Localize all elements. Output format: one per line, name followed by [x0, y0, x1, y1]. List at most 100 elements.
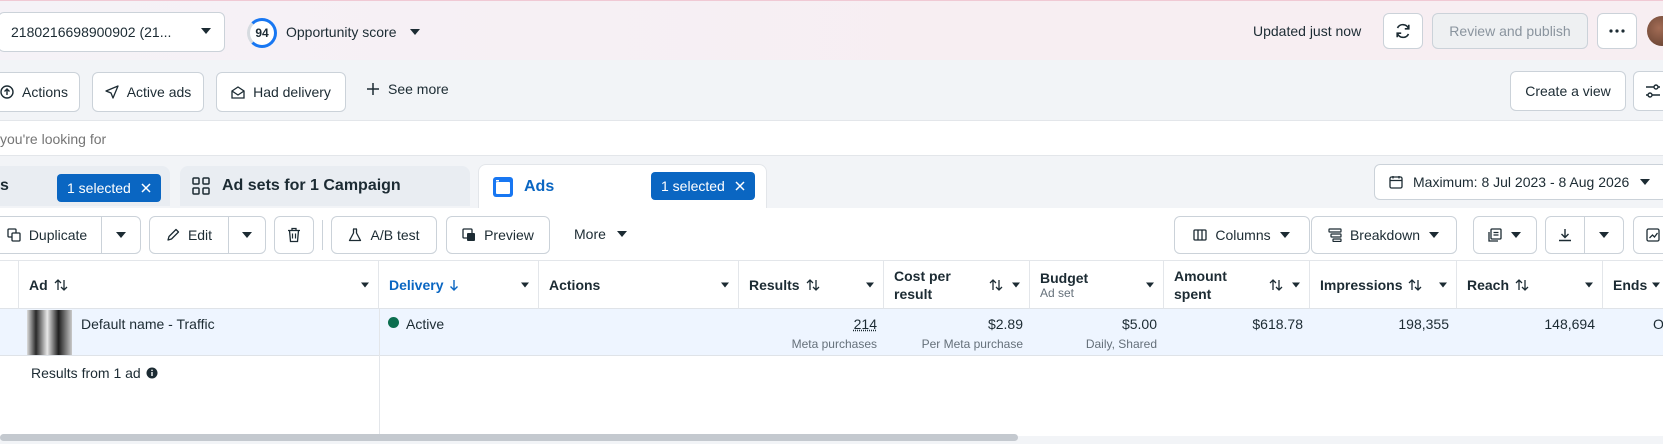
close-icon[interactable]: [735, 181, 745, 191]
review-publish-button[interactable]: Review and publish: [1432, 13, 1588, 49]
preview-button[interactable]: Preview: [446, 216, 550, 254]
chevron-down-icon[interactable]: [1145, 282, 1155, 288]
refresh-icon: [1394, 22, 1412, 40]
duplicate-dropdown[interactable]: [101, 216, 141, 254]
tab-ad-sets[interactable]: Ad sets for 1 Campaign: [180, 166, 470, 206]
columns-dropdown[interactable]: Columns: [1174, 216, 1310, 254]
opportunity-score-badge[interactable]: 94: [247, 18, 277, 48]
breakdown-dropdown[interactable]: Breakdown: [1311, 216, 1457, 254]
column-header-actions[interactable]: Actions: [539, 261, 739, 309]
column-header-delivery-label: Delivery: [389, 277, 443, 293]
ad-name[interactable]: Default name - Traffic: [81, 316, 215, 332]
column-header-ad-label: Ad: [29, 277, 48, 293]
plus-icon: [366, 82, 380, 96]
column-header-ends[interactable]: Ends: [1603, 261, 1663, 309]
filter-active-ads[interactable]: Active ads: [92, 72, 204, 112]
column-header-impressions-label: Impressions: [1320, 277, 1402, 293]
column-header-delivery[interactable]: Delivery: [379, 261, 539, 309]
campaigns-selected-chip[interactable]: 1 selected: [57, 174, 161, 202]
duplicate-label: Duplicate: [29, 227, 87, 243]
chevron-down-icon[interactable]: [1291, 282, 1301, 288]
columns-label: Columns: [1215, 227, 1270, 243]
pencil-icon: [166, 228, 180, 242]
sort-icon[interactable]: [806, 279, 820, 291]
more-actions-dropdown[interactable]: More: [574, 226, 628, 242]
envelope-open-icon: [231, 85, 245, 99]
horizontal-scrollbar[interactable]: [0, 434, 1018, 441]
filter-actions[interactable]: Actions: [0, 72, 80, 112]
chevron-down-icon[interactable]: [1584, 282, 1594, 288]
close-icon[interactable]: [141, 183, 151, 193]
sort-icon[interactable]: [54, 279, 68, 291]
delivery-status: Active: [406, 316, 444, 332]
search-input[interactable]: [0, 128, 600, 150]
info-icon[interactable]: [146, 367, 158, 379]
sort-icon[interactable]: [1269, 279, 1283, 291]
chevron-down-icon: [616, 230, 628, 238]
chevron-down-icon[interactable]: [1011, 282, 1021, 288]
refresh-button[interactable]: [1383, 13, 1423, 49]
column-header-results[interactable]: Results: [739, 261, 884, 309]
results-value[interactable]: 214: [854, 316, 877, 332]
charts-button[interactable]: [1633, 216, 1663, 254]
budget-value: $5.00: [1122, 316, 1157, 332]
column-header-budget-label: Budget: [1040, 270, 1088, 286]
column-header-amount-label: Amount spent: [1174, 267, 1244, 303]
ends-value: O: [1653, 316, 1663, 332]
ab-test-label: A/B test: [370, 227, 419, 243]
opportunity-score-label[interactable]: Opportunity score: [286, 24, 421, 40]
column-header-ad[interactable]: Ad: [19, 261, 379, 309]
delete-button[interactable]: [274, 216, 314, 254]
column-header-impressions[interactable]: Impressions: [1310, 261, 1457, 309]
amount-spent-value: $618.78: [1252, 316, 1303, 332]
sort-icon[interactable]: [989, 279, 1003, 291]
select-column-header[interactable]: [0, 261, 19, 309]
column-header-reach[interactable]: Reach: [1457, 261, 1603, 309]
chevron-down-icon: [1279, 231, 1291, 239]
create-view-button[interactable]: Create a view: [1510, 71, 1626, 111]
chevron-down-icon[interactable]: [865, 282, 875, 288]
edit-button[interactable]: Edit: [149, 216, 229, 254]
sort-icon[interactable]: [1408, 279, 1422, 291]
tab-ads-label: Ads: [524, 178, 554, 196]
export-button[interactable]: [1545, 216, 1585, 254]
ads-selected-text: 1 selected: [661, 178, 725, 194]
sort-icon[interactable]: [1515, 279, 1529, 291]
column-header-amount-spent[interactable]: Amount spent: [1164, 261, 1310, 309]
chevron-down-icon[interactable]: [360, 282, 370, 288]
see-more-filters[interactable]: See more: [366, 81, 449, 97]
edit-dropdown[interactable]: [228, 216, 266, 254]
chevron-down-icon[interactable]: [520, 282, 530, 288]
toolbar-divider: [322, 220, 323, 250]
tab-ad-sets-label: Ad sets for 1 Campaign: [222, 177, 401, 195]
filter-had-delivery[interactable]: Had delivery: [216, 72, 346, 112]
campaigns-selected-text: 1 selected: [67, 180, 131, 196]
ads-selected-chip[interactable]: 1 selected: [651, 172, 755, 200]
ad-window-icon: [492, 176, 514, 198]
ab-test-button[interactable]: A/B test: [331, 216, 437, 254]
ad-thumbnail[interactable]: [27, 310, 72, 355]
column-header-budget[interactable]: Budget Ad set: [1030, 261, 1164, 309]
export-dropdown[interactable]: [1584, 216, 1624, 254]
chevron-down-icon: [409, 28, 421, 36]
chevron-down-icon[interactable]: [1651, 282, 1661, 288]
column-header-results-label: Results: [749, 277, 800, 293]
filter-active-ads-label: Active ads: [127, 84, 192, 100]
chevron-down-icon[interactable]: [1438, 282, 1448, 288]
column-header-cost-per-result[interactable]: Cost per result: [884, 261, 1030, 309]
filter-settings-button[interactable]: [1633, 71, 1663, 111]
columns-icon: [1193, 228, 1207, 242]
date-range-picker[interactable]: Maximum: 8 Jul 2023 - 8 Aug 2026: [1374, 164, 1663, 200]
column-header-reach-label: Reach: [1467, 277, 1509, 293]
more-options-button[interactable]: [1597, 13, 1637, 49]
sort-descending-icon[interactable]: [449, 279, 459, 291]
account-selector[interactable]: 2180216698900902 (21...: [0, 12, 225, 52]
chevron-down-icon: [200, 27, 212, 35]
chevron-down-icon[interactable]: [720, 282, 730, 288]
results-footer: Results from 1 ad: [31, 365, 158, 381]
reports-dropdown[interactable]: [1473, 216, 1537, 254]
duplicate-button[interactable]: Duplicate: [0, 216, 102, 254]
download-icon: [1558, 228, 1572, 242]
tab-campaigns-label: s: [0, 177, 9, 195]
date-range-label: Maximum: 8 Jul 2023 - 8 Aug 2026: [1413, 174, 1629, 190]
